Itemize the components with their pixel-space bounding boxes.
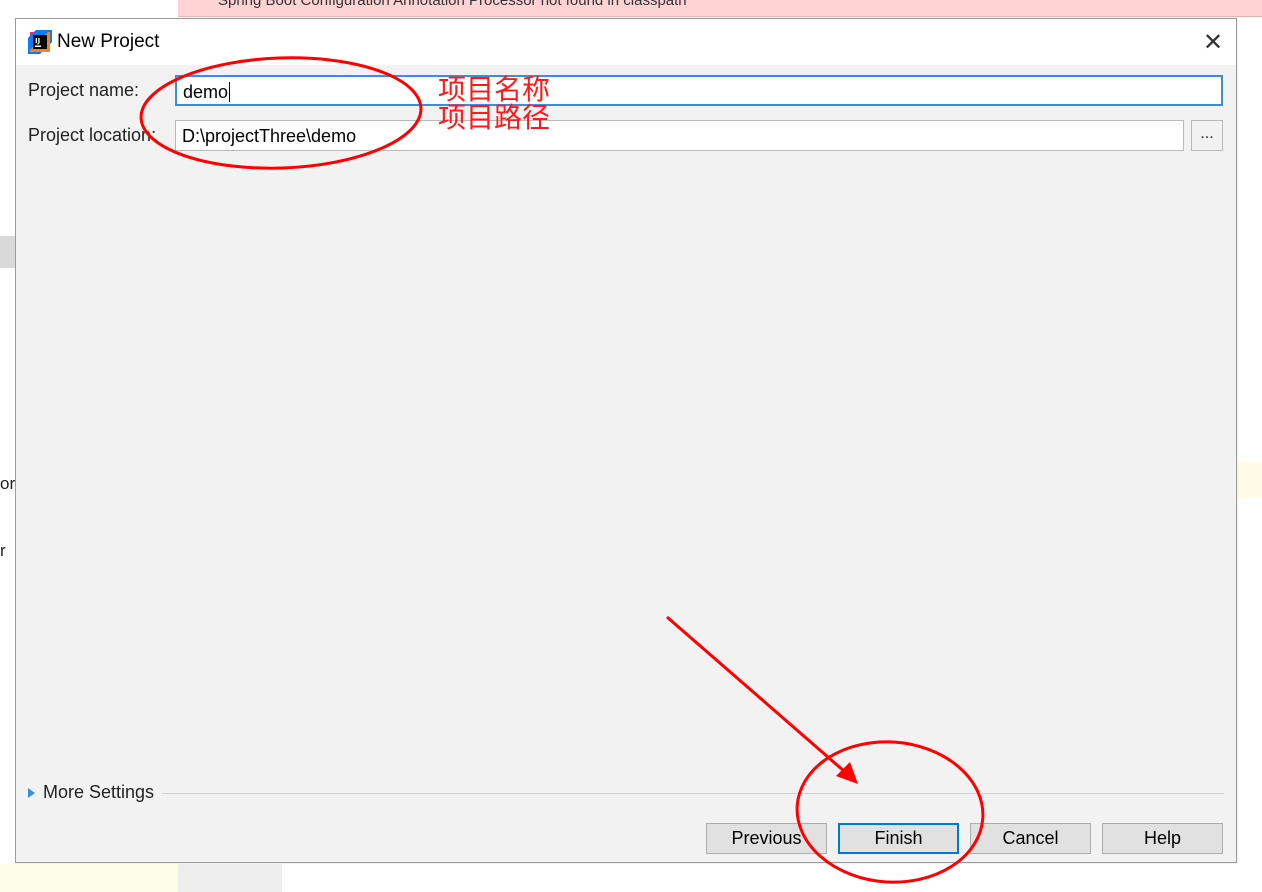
project-name-label: Project name: bbox=[28, 80, 140, 100]
project-name-input[interactable]: demo bbox=[175, 75, 1223, 106]
project-location-label: Project location: bbox=[28, 125, 157, 145]
ide-right-highlight bbox=[1238, 462, 1262, 498]
close-icon[interactable]: ✕ bbox=[1196, 25, 1230, 59]
more-settings-label: More Settings bbox=[43, 782, 155, 802]
text-cursor bbox=[229, 82, 231, 102]
project-name-value: demo bbox=[183, 82, 229, 102]
ide-left-text: r bbox=[0, 541, 6, 560]
intellij-idea-icon: IJ bbox=[28, 30, 52, 54]
ide-bottom-left bbox=[0, 864, 178, 892]
ide-left-selection bbox=[0, 236, 16, 268]
annotation-project-location: 项目路径 bbox=[438, 101, 551, 134]
triangle-right-icon bbox=[28, 787, 35, 798]
ide-right-panel bbox=[1238, 18, 1262, 892]
browse-button[interactable]: ... bbox=[1191, 120, 1223, 151]
finish-button[interactable]: Finish bbox=[838, 823, 959, 854]
previous-button[interactable]: Previous bbox=[706, 823, 827, 854]
new-project-dialog: IJ New Project ✕ Project name: demo Proj… bbox=[15, 18, 1237, 863]
ide-left-panel bbox=[0, 18, 16, 892]
dialog-titlebar: IJ New Project ✕ bbox=[16, 19, 1236, 65]
ide-left-text: or bbox=[0, 474, 16, 493]
project-location-input[interactable]: D:\projectThree\demo bbox=[175, 120, 1184, 151]
annotation-project-name: 项目名称 bbox=[438, 73, 551, 106]
warning-banner: Spring Boot Configuration Annotation Pro… bbox=[178, 0, 1262, 17]
cancel-button[interactable]: Cancel bbox=[970, 823, 1091, 854]
ide-bottom-gutter bbox=[178, 864, 282, 892]
more-settings-toggle[interactable]: More Settings bbox=[28, 782, 154, 803]
help-button[interactable]: Help bbox=[1102, 823, 1223, 854]
svg-text:IJ: IJ bbox=[35, 37, 40, 45]
more-settings-divider bbox=[162, 793, 1224, 794]
dialog-title: New Project bbox=[57, 31, 160, 52]
warning-banner-text: Spring Boot Configuration Annotation Pro… bbox=[218, 0, 687, 9]
